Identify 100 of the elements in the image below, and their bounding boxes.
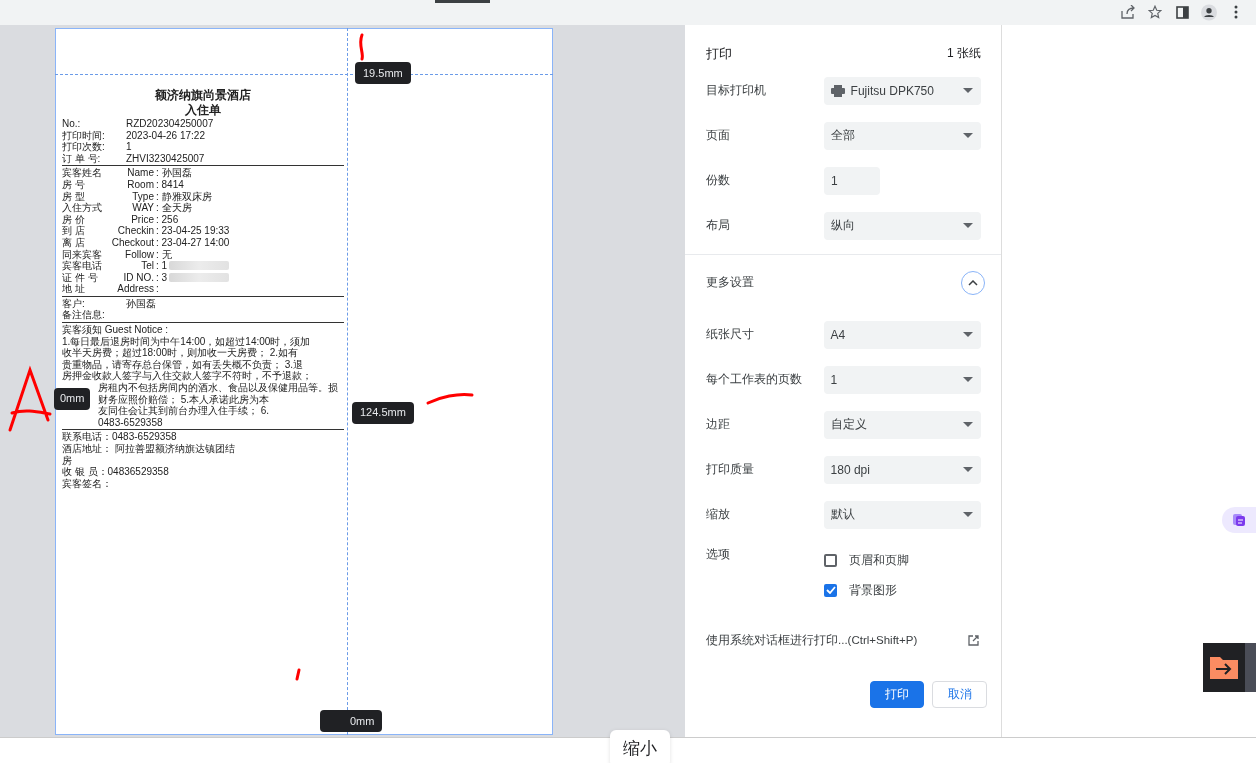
share-icon[interactable] [1120, 4, 1136, 21]
system-dialog-link[interactable]: 使用系统对话框进行打印...(Ctrl+Shift+P) [706, 632, 918, 648]
tooltip: 缩小 [610, 730, 670, 763]
receipt-value: : 8414 [156, 178, 184, 191]
receipt-text: 房 [62, 454, 72, 467]
checkbox[interactable] [824, 553, 837, 567]
receipt-text: 酒店地址： 阿拉善盟额济纳旗达镇团结 [62, 443, 235, 455]
pen-stroke [426, 392, 474, 405]
receipt-value: : 全天房 [156, 202, 192, 214]
dropdown-caret-icon [963, 88, 973, 94]
dropdown-caret-icon [963, 223, 973, 229]
notice-text: 0483-6529358 [98, 416, 163, 429]
checkbox[interactable] [824, 583, 837, 597]
star-icon[interactable] [1147, 4, 1163, 21]
receipt-label: 宾客姓名 [62, 167, 103, 179]
receipt-value: : 无 [156, 248, 172, 261]
receipt-label: 同来宾客 [62, 248, 103, 261]
dialog-title: 打印 [706, 44, 732, 63]
margin-tag[interactable]: 19.5mm [355, 61, 411, 84]
dropdown[interactable]: A4 [823, 320, 981, 349]
margin-tag[interactable]: 124.5mm [352, 402, 414, 424]
margin-tag[interactable]: 0mm [54, 388, 91, 410]
notice-text: 收半天房费；超过18:00时，则加收一天房费； 2.如有 [62, 347, 299, 359]
receipt-value: : 孙国磊 [156, 167, 192, 179]
notice-text: 房租内不包括房间内的酒水、食品以及保健用品等。损 [98, 382, 338, 394]
checkbox-label: 背景图形 [849, 581, 897, 599]
dropdown[interactable]: 180 dpi [823, 455, 981, 484]
field-label: 布局 [706, 217, 731, 235]
field-label: 份数 [706, 172, 731, 190]
receipt-label: Type [131, 190, 155, 203]
notice-text: 友同住会让其到前台办理入住手续； 6. [98, 405, 270, 417]
receipt-value: 孙国磊 [126, 297, 156, 310]
receipt-value: : 1 [156, 260, 168, 272]
notice-text: 财务应照价赔偿； 5.本人承诺此房为本 [98, 393, 270, 406]
avatar-icon[interactable] [1201, 4, 1217, 21]
receipt-value: : 256 [156, 213, 179, 226]
receipt-label: ID NO. [122, 271, 155, 284]
checkbox-label: 页眉和页脚 [849, 551, 909, 569]
printer-icon [830, 84, 845, 97]
receipt-title: 额济纳旗尚景酒店 [154, 87, 252, 103]
side-panel-icon[interactable] [1174, 4, 1190, 21]
receipt-label: 房 价 [62, 213, 86, 225]
receipt-label: Address [116, 283, 155, 295]
receipt-value: : [156, 283, 159, 295]
receipt-value: ZHVI3230425007 [126, 152, 205, 165]
receipt-value: 1 [126, 141, 132, 153]
field-label: 选项 [706, 545, 731, 563]
receipt-label: 备注信息: [62, 309, 106, 322]
notice-text: 房押金收款人签字与入住交款人签字不符时，不予退款； [62, 370, 312, 383]
notice-text: 贵重物品，请寄存总台保管，如有丢失概不负责； 3.退 [62, 358, 304, 371]
dropdown-caret-icon [963, 422, 973, 428]
dock-widget[interactable] [1203, 642, 1256, 692]
print-button[interactable]: 打印 [870, 680, 924, 708]
dropdown[interactable]: 1 [823, 365, 981, 394]
external-link-icon [968, 634, 979, 646]
expand-button[interactable] [961, 270, 985, 295]
receipt-label: 打印时间: [62, 129, 106, 141]
copies-field[interactable]: 1 [824, 166, 880, 195]
dropdown-caret-icon [963, 133, 973, 139]
receipt-label: Follow [124, 248, 155, 261]
cancel-button[interactable]: 取消 [932, 680, 987, 708]
field-label: 边距 [706, 416, 731, 434]
receipt-label: 客户: [62, 297, 86, 310]
dropdown[interactable]: Fujitsu DPK750 [823, 76, 981, 105]
pen-stroke [359, 33, 364, 61]
more-settings-label: 更多设置 [706, 274, 754, 292]
receipt-label: 到 店 [62, 225, 86, 237]
document-icon [1232, 512, 1246, 527]
receipt-label: 订 单 号: [62, 152, 102, 165]
receipt-label: 打印次数: [62, 141, 106, 153]
floating-widget[interactable] [1222, 506, 1256, 533]
receipt-label: Checkin [116, 225, 155, 237]
receipt-label: Checkout [110, 236, 155, 249]
sheet-count: 1 张纸 [947, 45, 981, 63]
receipt-label: Room [126, 178, 155, 191]
chevron-icon [968, 279, 978, 286]
receipt-label: 入住方式 [62, 202, 103, 214]
field-label: 每个工作表的页数 [706, 371, 803, 389]
dropdown[interactable]: 默认 [823, 500, 981, 529]
receipt-value: 2023-04-26 17:22 [126, 129, 205, 142]
dropdown-caret-icon [963, 332, 973, 338]
pen-stroke [295, 668, 301, 681]
field-label: 打印质量 [706, 461, 755, 479]
dropdown[interactable]: 全部 [823, 121, 981, 150]
receipt-label: WAY [131, 202, 155, 214]
receipt-label: 证 件 号 [62, 271, 99, 284]
receipt-value: : 3 [156, 271, 168, 284]
margin-tag[interactable]: 0mm [320, 709, 383, 732]
receipt-text: 联系电话：0483-6529358 [62, 431, 177, 443]
receipt-text: 收 银 员：04836529358 [62, 466, 169, 478]
receipt-label: 房 型 [62, 190, 86, 202]
receipt-text: 宾客签名： [62, 477, 112, 490]
receipt-label: 宾客电话 [62, 260, 103, 272]
receipt-value: : 23-04-27 14:00 [156, 236, 230, 249]
dropdown[interactable]: 纵向 [823, 211, 981, 240]
receipt-value: : 静雅双床房 [156, 190, 212, 202]
receipt-label: 房 号 [62, 178, 86, 191]
receipt-label: 离 店 [62, 236, 86, 249]
receipt-label: Name [126, 167, 155, 179]
dropdown[interactable]: 自定义 [823, 410, 981, 439]
